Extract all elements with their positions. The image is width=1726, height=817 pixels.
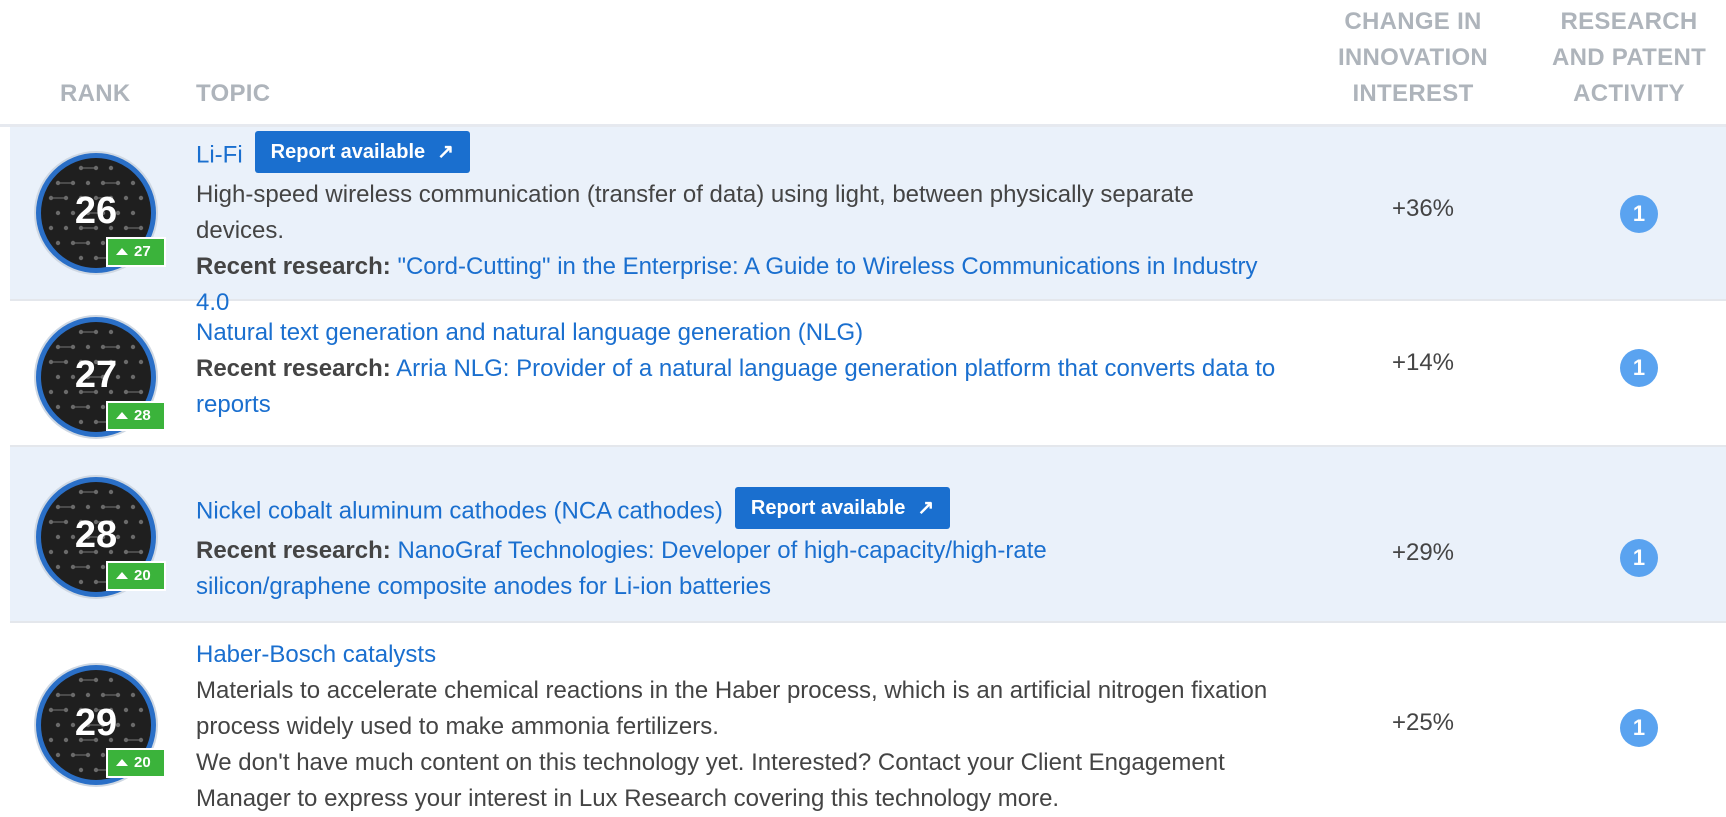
previous-rank: 20 xyxy=(134,754,151,772)
previous-rank: 27 xyxy=(134,243,151,261)
previous-rank-badge: 20 xyxy=(106,561,166,591)
report-available-label: Report available xyxy=(270,141,426,163)
change-value: +29% xyxy=(1391,539,1455,566)
topic-content: Nickel cobalt aluminum cathodes (NCA cat… xyxy=(196,487,1286,605)
table-row: 28 20 Nickel cobalt aluminum cathodes (N… xyxy=(10,447,1726,623)
change-value: +14% xyxy=(1391,349,1455,376)
triangle-up-icon xyxy=(116,758,128,766)
topic-title-link[interactable]: Haber-Bosch catalysts xyxy=(196,641,436,668)
header-rank: RANK xyxy=(60,80,131,107)
change-value: +36% xyxy=(1391,195,1455,222)
triangle-up-icon xyxy=(116,571,128,579)
activity-count-badge[interactable]: 1 xyxy=(1620,539,1658,577)
topic-description: Materials to accelerate chemical reactio… xyxy=(196,677,1268,740)
topic-content: Haber-Bosch catalysts Materials to accel… xyxy=(196,637,1286,817)
topic-content: Li-Fi Report available ↗ High-speed wirele… xyxy=(196,131,1286,321)
previous-rank: 28 xyxy=(134,407,151,425)
table-row: 29 20 Haber-Bosch catalysts Materials to… xyxy=(10,623,1726,812)
recent-research-label: Recent research: xyxy=(196,355,391,382)
coverage-note: We don't have much content on this techn… xyxy=(196,749,1225,812)
topic-title-link[interactable]: Natural text generation and natural lang… xyxy=(196,319,863,346)
report-available-button[interactable]: Report available ↗ xyxy=(734,487,951,529)
topic-content: Natural text generation and natural lang… xyxy=(196,315,1286,423)
header-topic: TOPIC xyxy=(196,80,271,107)
previous-rank: 20 xyxy=(134,567,151,585)
previous-rank-badge: 27 xyxy=(106,237,166,267)
activity-count-badge[interactable]: 1 xyxy=(1620,195,1658,233)
triangle-up-icon xyxy=(116,411,128,419)
change-value: +25% xyxy=(1391,709,1455,736)
header-research-and-patent-activity[interactable]: RESEARCH AND PATENT ACTIVITY xyxy=(1534,4,1724,112)
previous-rank-badge: 20 xyxy=(106,748,166,778)
table-header: RANK TOPIC CHANGE IN INNOVATION INTEREST… xyxy=(0,0,1726,127)
topic-description: High-speed wireless communication (trans… xyxy=(196,181,1194,244)
rank-number: 29 xyxy=(74,702,118,744)
external-link-icon: ↗ xyxy=(917,497,935,519)
rank-number: 26 xyxy=(74,190,118,232)
report-available-button[interactable]: Report available ↗ xyxy=(254,131,470,173)
report-available-label: Report available xyxy=(750,497,906,519)
rank-number: 28 xyxy=(74,514,118,556)
topics-table: RANK TOPIC CHANGE IN INNOVATION INTEREST… xyxy=(0,0,1726,812)
topic-title-link[interactable]: Li-Fi xyxy=(196,141,243,168)
topic-title-link[interactable]: Nickel cobalt aluminum cathodes (NCA cat… xyxy=(196,497,723,524)
rank-number: 27 xyxy=(74,354,118,396)
activity-count-badge[interactable]: 1 xyxy=(1620,349,1658,387)
external-link-icon: ↗ xyxy=(437,141,454,163)
header-change-in-innovation-interest[interactable]: CHANGE IN INNOVATION INTEREST xyxy=(1320,4,1506,112)
triangle-up-icon xyxy=(116,247,128,255)
table-row: 26 27 Li-Fi Report available ↗ High-speed … xyxy=(10,127,1726,316)
table-row: 27 28 Natural text generation and natura… xyxy=(10,301,1726,447)
recent-research-label: Recent research: xyxy=(196,253,391,280)
activity-count-badge[interactable]: 1 xyxy=(1620,709,1658,747)
previous-rank-badge: 28 xyxy=(106,401,166,431)
recent-research-label: Recent research: xyxy=(196,537,391,564)
